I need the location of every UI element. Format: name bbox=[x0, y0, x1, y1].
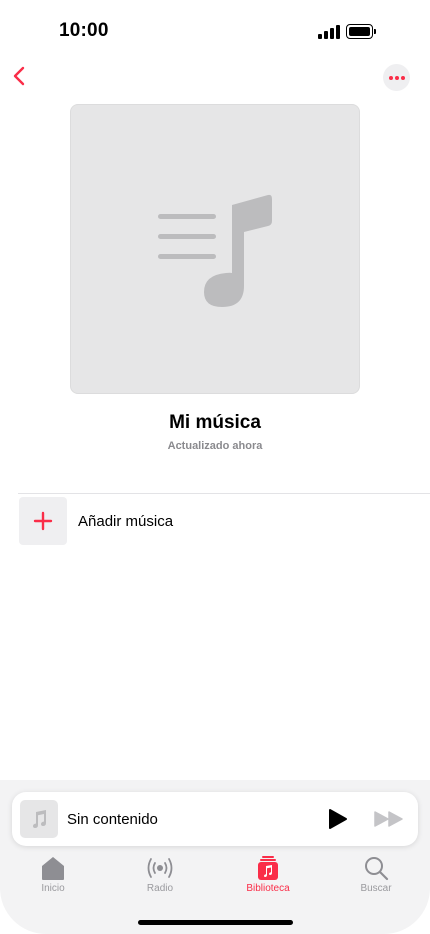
home-icon bbox=[42, 857, 64, 880]
tab-buscar[interactable]: Buscar bbox=[336, 855, 416, 903]
radio-icon bbox=[147, 858, 173, 878]
status-bar: 10:00 bbox=[0, 0, 430, 60]
tab-label: Biblioteca bbox=[246, 883, 290, 894]
mini-player-artwork bbox=[20, 800, 58, 838]
tab-label: Radio bbox=[146, 883, 174, 894]
play-button[interactable] bbox=[326, 808, 350, 830]
battery-icon bbox=[346, 24, 376, 39]
music-note-icon bbox=[33, 810, 46, 828]
more-button[interactable] bbox=[383, 64, 410, 91]
tab-radio[interactable]: Radio bbox=[120, 855, 200, 903]
chevron-left-icon bbox=[13, 66, 25, 86]
signal-icon bbox=[318, 25, 340, 39]
add-music-tile[interactable] bbox=[19, 497, 67, 545]
playlist-subtitle: Actualizado ahora bbox=[167, 440, 263, 452]
fast-forward-button[interactable] bbox=[374, 810, 404, 828]
playlist-artwork bbox=[70, 104, 360, 394]
tab-label: Buscar bbox=[360, 883, 392, 894]
music-list-icon bbox=[158, 194, 272, 307]
status-time: 10:00 bbox=[59, 20, 109, 41]
tab-label: Inicio bbox=[41, 883, 65, 894]
fast-forward-icon bbox=[374, 811, 403, 827]
library-icon bbox=[258, 856, 278, 880]
home-indicator bbox=[138, 920, 293, 925]
add-music-row[interactable]: Añadir música bbox=[19, 497, 430, 545]
mini-player-title: Sin contenido bbox=[67, 811, 158, 828]
tab-biblioteca[interactable]: Biblioteca bbox=[228, 855, 308, 903]
play-icon bbox=[329, 809, 347, 829]
ellipsis-icon bbox=[388, 75, 393, 80]
back-button[interactable] bbox=[9, 64, 31, 88]
search-icon bbox=[365, 857, 389, 881]
tab-bar: Inicio Radio Biblioteca Buscar bbox=[0, 855, 430, 905]
tab-inicio[interactable]: Inicio bbox=[13, 855, 93, 903]
divider bbox=[18, 493, 430, 494]
add-music-label[interactable]: Añadir música bbox=[78, 513, 173, 530]
playlist-title: Mi música bbox=[169, 412, 261, 433]
plus-icon bbox=[33, 511, 53, 531]
mini-player[interactable]: Sin contenido bbox=[12, 792, 418, 846]
